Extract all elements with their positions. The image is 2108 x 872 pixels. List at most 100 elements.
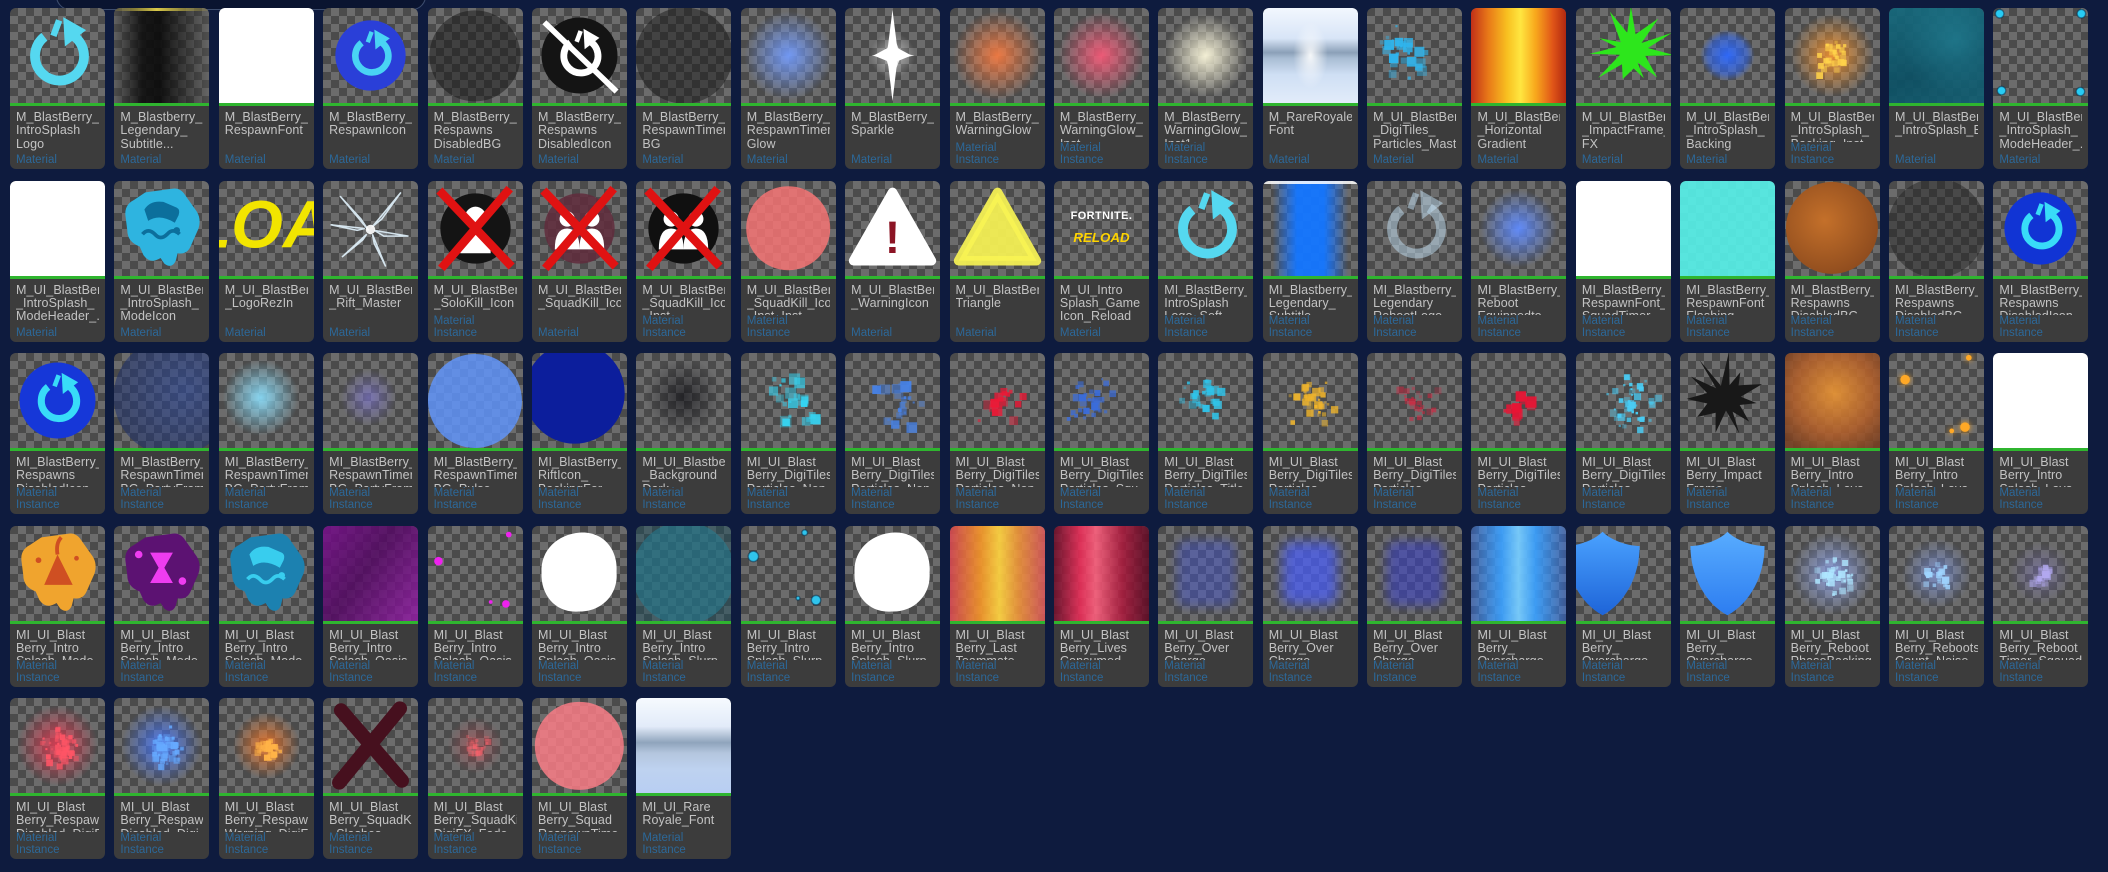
asset-tile[interactable]: M_BlastBerry_ WarningGlow_ Inst Material… — [1054, 8, 1149, 169]
asset-tile[interactable]: MI_UI_Blast Berry_DigiTiles_ Particles_.… — [1367, 353, 1462, 514]
asset-meta: MI_UI_Blast Berry_DigiTiles_ Particles_N… — [845, 451, 940, 514]
asset-tile[interactable]: MI_UI_Blast Berry_Respawn Disabled_DigiF… — [10, 698, 105, 859]
asset-tile[interactable]: LOA M_UI_BlastBerry _LogoRezIn Material — [219, 181, 314, 342]
asset-tile[interactable]: MI_UI_Blast Berry_Intro Splash_Mode... M… — [219, 526, 314, 687]
asset-name: MI_UI_Blast Berry_Squad RespawnTime... — [538, 801, 621, 832]
asset-tile[interactable]: MI_UI_Blast Berry_SquadKill _Slashes Mat… — [323, 698, 418, 859]
asset-tile[interactable]: MI_UI_Blast Berry_Reboots Count_Noise Ma… — [1889, 526, 1984, 687]
asset-tile[interactable]: MI_UI_Blast Berry_Intro Splash_Lava... M… — [1889, 353, 1984, 514]
asset-type-label: Material — [225, 154, 308, 166]
asset-tile[interactable]: M_UI_BlastBerry _Horizontal Gradient Mat… — [1471, 8, 1566, 169]
asset-tile[interactable]: MI_UI_Blast Berry_ Overcharge... Materia… — [1576, 526, 1671, 687]
asset-tile[interactable]: MI_UI_Blast Berry_Squad RespawnTime... M… — [532, 698, 627, 859]
asset-tile[interactable]: M_BlastBerry_ WarningGlow Material Insta… — [950, 8, 1045, 169]
asset-type-label: Material Instance — [225, 487, 308, 511]
asset-tile[interactable]: M_UI_BlastBerry _SquadKill_Icon _Inst_In… — [741, 181, 836, 342]
asset-tile[interactable]: MI_BlastBerry_ Reboot Equippedto... Mate… — [1471, 181, 1566, 342]
asset-tile[interactable]: MI_UI_Blast Berry_Lives Consumed... Mate… — [1054, 526, 1149, 687]
asset-type-label: Material Instance — [1686, 660, 1769, 684]
asset-tile[interactable]: MI_BlastBerry_ RespawnFont_ SquadTimer M… — [1576, 181, 1671, 342]
asset-tile[interactable]: M_Blastberry_ Legendary_ Subtitle... Mat… — [114, 8, 209, 169]
asset-tile[interactable]: M_UI_BlastBerry _DigiTiles_ Particles_Ma… — [1367, 8, 1462, 169]
asset-tile[interactable]: M_BlastBerry_ RespawnIcon Material — [323, 8, 418, 169]
asset-tile[interactable]: M_BlastBerry_ IntroSplash Logo Material — [10, 8, 105, 169]
asset-tile[interactable]: MI_BlastBerry_ RiftIcon_ BackingFor... M… — [532, 353, 627, 514]
asset-tile[interactable]: MI_UI_Blast Berry_DigiTiles_ Particles_.… — [1576, 353, 1671, 514]
asset-type-label: Material Instance — [1582, 315, 1665, 339]
asset-tile[interactable]: M_BlastBerry_ Respawns DisabledBG Materi… — [428, 8, 523, 169]
asset-tile[interactable]: M_UI_BlastBerry _IntroSplash_ Backing_In… — [1785, 8, 1880, 169]
asset-tile[interactable]: MI_BlastBerry_ IntroSplash Logo_Soft... … — [1158, 181, 1253, 342]
asset-tile[interactable]: MI_UI_Blast Berry_Impact Frame_... Mater… — [1680, 353, 1775, 514]
asset-tile[interactable]: MI_UI_Blast Berry_SquadKill DigiFX_Fade … — [428, 698, 523, 859]
asset-tile[interactable]: MI_UI_Blast Berry_Last Teammate_... Mate… — [950, 526, 1045, 687]
asset-tile[interactable]: FORTNITE.RELOAD M_UI_Intro Splash_Game I… — [1054, 181, 1149, 342]
asset-tile[interactable]: MI_UI_Blast Berry_Intro Splash_Mode... M… — [114, 526, 209, 687]
asset-tile[interactable]: MI_UI_Blast Berry_Intro Splash_Slurp... … — [741, 526, 836, 687]
asset-tile[interactable]: M_BlastBerry_ RespawnTimer BG Material — [636, 8, 731, 169]
asset-tile[interactable]: MI_UI_Blast Berry_DigiTiles_ Particles_T… — [1158, 353, 1253, 514]
asset-type-label: Material Instance — [1164, 142, 1247, 166]
asset-tile[interactable]: MI_UI_Blast Berry_DigiTiles_ Particles_.… — [1471, 353, 1566, 514]
asset-tile[interactable]: MI_UI_Blastberry _Background Dark Materi… — [636, 353, 731, 514]
asset-tile[interactable]: MI_UI_Blast Berry_Over Charge_... Materi… — [1367, 526, 1462, 687]
asset-tile[interactable]: MI_Blastberry_ Legendary RebootLogo Mate… — [1367, 181, 1462, 342]
asset-meta: MI_UI_Blast Berry_ Overcharge... Materia… — [1680, 624, 1775, 687]
asset-tile[interactable]: M_UI_BlastBerry _IntroSplash_BG Material — [1889, 8, 1984, 169]
asset-thumbnail — [1680, 181, 1775, 276]
asset-tile[interactable]: M_UI_BlastBerry _IntroSplash_ ModeHeader… — [10, 181, 105, 342]
asset-tile[interactable]: ! M_UI_BlastBerry _WarningIcon Material — [845, 181, 940, 342]
asset-tile[interactable]: MI_UI_Blast Berry_Respawn Warning_DigiFX… — [219, 698, 314, 859]
asset-meta: MI_UI_Blast Berry_Intro Splash_Mode... M… — [10, 624, 105, 687]
asset-tile[interactable]: MI_UI_Blast Berry_Intro Splash_Lava... M… — [1785, 353, 1880, 514]
asset-tile[interactable]: M_BlastBerry_ Sparkle Material — [845, 8, 940, 169]
asset-tile[interactable]: MI_BlastBerry_ RespawnTimer BG_PartyFram… — [114, 353, 209, 514]
asset-tile[interactable]: MI_UI_Blast Berry_Reboot Timer_Sqauad...… — [1993, 526, 2088, 687]
asset-tile[interactable]: M_RareRoyale_ Font Material — [1263, 8, 1358, 169]
asset-tile[interactable]: MI_UI_Blast Berry_DigiTiles_ Particles_N… — [845, 353, 940, 514]
asset-name: M_UI_BlastBerry _DigiTiles_ Particles_Ma… — [1373, 111, 1456, 151]
asset-tile[interactable]: MI_UI_Blast Berry_Intro Splash_Oasis_...… — [428, 526, 523, 687]
asset-tile[interactable]: MI_UI_Blast Berry_Over Charge_... Materi… — [1158, 526, 1253, 687]
asset-tile[interactable]: MI_UI_Blast Berry_Intro Splash_Slurp... … — [845, 526, 940, 687]
asset-tile[interactable]: MI_UI_Blast Berry_Reboot PhaseBacking Ma… — [1785, 526, 1880, 687]
asset-tile[interactable]: MI_UI_Blast Berry_Intro Splash_Mode... M… — [10, 526, 105, 687]
asset-tile[interactable]: M_UI_BlastBerry _Rift_Master Material — [323, 181, 418, 342]
asset-tile[interactable]: M_UI_BlastBerry _ImpactFrame_ FX Materia… — [1576, 8, 1671, 169]
asset-tile[interactable]: M_BlastBerry_ RespawnTimer Glow Material — [741, 8, 836, 169]
asset-tile[interactable]: MI_BlastBerry_ RespawnFont Flashing Mate… — [1680, 181, 1775, 342]
asset-tile[interactable]: MI_UI_Blast Berry_ Overcharge... Materia… — [1471, 526, 1566, 687]
asset-tile[interactable]: MI_UI_Blast Berry_DigiTiles_ Particles_S… — [1054, 353, 1149, 514]
asset-tile[interactable]: MI_BlastBerry_ Respawns DisabledBG_... M… — [1889, 181, 1984, 342]
asset-tile[interactable]: MI_BlastBerry_ RespawnTimer BG_PartyFram… — [219, 353, 314, 514]
asset-tile[interactable]: M_UI_BlastBerry _IntroSplash_ ModeHeader… — [1993, 8, 2088, 169]
asset-tile[interactable]: MI_UI_Blast Berry_ Overcharge... Materia… — [1680, 526, 1775, 687]
asset-tile[interactable]: MI_BlastBerry_ Respawns DisabledBG_... M… — [1785, 181, 1880, 342]
asset-tile[interactable]: MI_UI_Blast Berry_Intro Splash_Slurp... … — [636, 526, 731, 687]
asset-tile[interactable]: MI_BlastBerry_ RespawnTimer BG_PartyFram… — [323, 353, 418, 514]
asset-tile[interactable]: M_UI_BlastBerry _SquadKill_Icon _Inst Ma… — [636, 181, 731, 342]
asset-tile[interactable]: MI_UI_Blast Berry_Intro Splash_Oasis_...… — [323, 526, 418, 687]
asset-name: MI_UI_Blast Berry_Reboot Timer_Sqauad... — [1999, 629, 2082, 660]
asset-tile[interactable]: M_BlastBerry_ Respawns DisabledIcon Mate… — [532, 8, 627, 169]
asset-tile[interactable]: MI_BlastBerry_ Respawns DisabledIcon_...… — [1993, 181, 2088, 342]
asset-meta: MI_UI_Blast Berry_DigiTiles_ Particles_N… — [741, 451, 836, 514]
asset-tile[interactable]: MI_BlastBerry_ Respawns DisabledIcon_...… — [10, 353, 105, 514]
asset-tile[interactable]: MI_UI_Blast Berry_DigiTiles_ Particles_N… — [741, 353, 836, 514]
asset-tile[interactable]: M_UI_BlastBerry _IntroSplash_ ModeIcon M… — [114, 181, 209, 342]
asset-tile[interactable]: M_BlastBerry_ RespawnFont Material — [219, 8, 314, 169]
asset-tile[interactable]: MI_UI_Blast Berry_DigiTiles_ Particles_N… — [950, 353, 1045, 514]
asset-tile[interactable]: MI_UI_Rare Royale_Font Material Instance — [636, 698, 731, 859]
asset-tile[interactable]: MI_BlastBerry_ RespawnTimer BG_Pulse Mat… — [428, 353, 523, 514]
asset-tile[interactable]: M_UI_BlastBerry Triangle Material — [950, 181, 1045, 342]
asset-tile[interactable]: M_UI_BlastBerry _SquadKill_Icon Material — [532, 181, 627, 342]
asset-tile[interactable]: MI_UI_Blast Berry_Intro Splash_Lava... M… — [1993, 353, 2088, 514]
asset-tile[interactable]: MI_UI_Blast Berry_DigiTiles_ Particles_.… — [1263, 353, 1358, 514]
asset-tile[interactable]: M_UI_BlastBerry _SoloKill_Icon Material … — [428, 181, 523, 342]
asset-tile[interactable]: M_UI_BlastBerry _IntroSplash_ Backing Ma… — [1680, 8, 1775, 169]
asset-tile[interactable]: M_BlastBerry_ WarningGlow_ Inst1 Materia… — [1158, 8, 1253, 169]
asset-tile[interactable]: MI_UI_Blast Berry_Intro Splash_Oasis_...… — [532, 526, 627, 687]
asset-tile[interactable]: MI_UI_Blast Berry_Over Charge_... Materi… — [1263, 526, 1358, 687]
asset-tile[interactable]: MI_Blastberry_ Legendary_ Subtitle... Ma… — [1263, 181, 1358, 342]
asset-tile[interactable]: MI_UI_Blast Berry_Respawn Disabled_Digi.… — [114, 698, 209, 859]
